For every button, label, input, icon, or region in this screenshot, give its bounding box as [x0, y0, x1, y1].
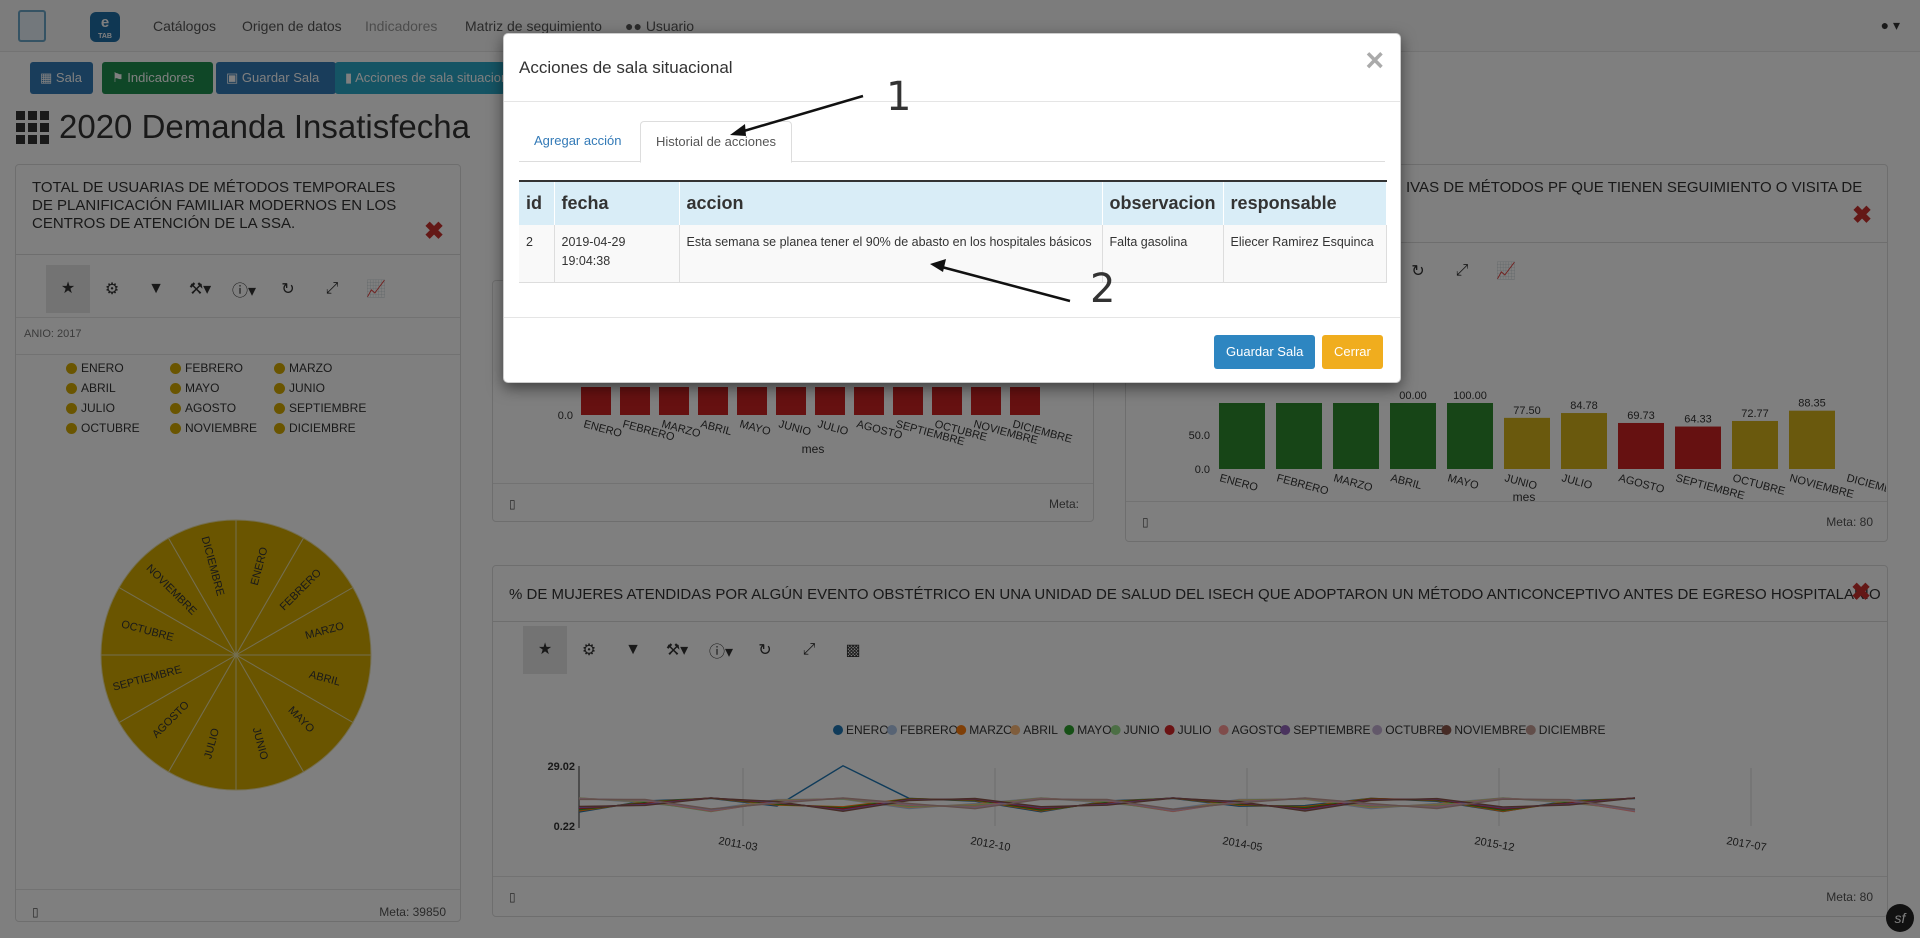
arrow-1-line — [736, 94, 864, 135]
arrow-2-line — [937, 264, 1071, 303]
annotation-arrows — [730, 94, 1071, 303]
annotation-1: 1 — [886, 74, 912, 120]
arrow-2-head — [930, 259, 946, 272]
arrow-1-head — [730, 124, 746, 136]
annotation-2: 2 — [1090, 266, 1116, 312]
